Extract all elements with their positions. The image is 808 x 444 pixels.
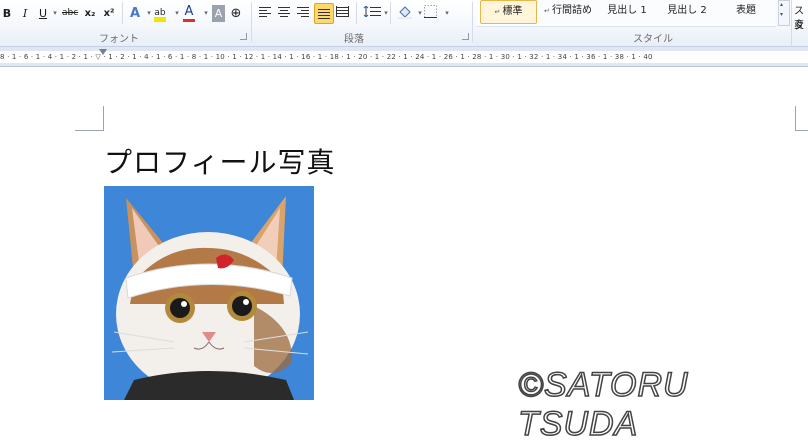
style-gallery-scroll[interactable]: ▴ ▾ — [778, 0, 790, 26]
style-normal-label: 標準 — [502, 6, 523, 17]
justify-button[interactable] — [314, 3, 334, 24]
justify-icon — [318, 9, 330, 19]
text-effects-button[interactable]: A — [129, 5, 141, 22]
font-group-label: フォント — [99, 34, 139, 45]
style-heading1-label: 見出し 1 — [607, 5, 647, 16]
paragraph-dialog-launcher-icon[interactable] — [462, 33, 469, 40]
toolbar-divider — [356, 2, 357, 24]
shading-button[interactable] — [397, 5, 413, 22]
paragraph-mark-icon: ↵ — [543, 7, 553, 15]
distributed-icon — [336, 6, 349, 17]
style-heading2[interactable]: 見出し 2 — [660, 0, 714, 22]
style-heading1[interactable]: 見出し 1 — [600, 0, 654, 22]
horizontal-ruler[interactable]: 8 · 1 · 6 · 1 · 4 · 1 · 2 · 1 · ▽ · 1 · … — [0, 47, 808, 67]
align-left-icon — [259, 7, 271, 17]
cat-photo[interactable] — [104, 186, 314, 400]
chevron-up-icon[interactable]: ▴ — [780, 1, 783, 8]
underline-dropdown-icon[interactable]: ▾ — [49, 5, 61, 22]
align-right-button[interactable] — [297, 5, 309, 22]
group-divider — [251, 2, 252, 42]
document-heading[interactable]: プロフィール写真 — [104, 141, 335, 181]
paragraph-mark-icon: ↵ — [494, 8, 503, 16]
style-no-spacing[interactable]: ↵ 行間詰め — [540, 0, 596, 22]
group-divider — [472, 2, 473, 42]
distributed-button[interactable] — [336, 5, 349, 22]
highlight-dropdown-icon[interactable]: ▾ — [171, 5, 183, 22]
indent-marker-icon[interactable] — [99, 49, 107, 55]
character-shading-button[interactable]: A — [212, 5, 225, 22]
font-color-dropdown-icon[interactable]: ▾ — [200, 5, 212, 22]
toolbar-divider — [390, 2, 391, 24]
ribbon: B I U ▾ abc x₂ x² A ▾ ab ▾ A ▾ A ⊕ フォント … — [0, 0, 808, 47]
align-right-icon — [297, 7, 309, 17]
font-color-button[interactable]: A — [183, 5, 195, 22]
line-spacing-button[interactable] — [363, 5, 381, 22]
highlight-button[interactable]: ab — [154, 5, 166, 22]
style-title[interactable]: 表題 — [720, 0, 772, 22]
style-no-spacing-label: 行間詰め — [552, 5, 593, 16]
style-title-label: 表題 — [736, 5, 756, 16]
borders-icon — [424, 5, 437, 18]
bold-button[interactable]: B — [1, 5, 13, 22]
italic-button[interactable]: I — [19, 5, 31, 22]
style-gallery: ↵ 標準 ↵ 行間詰め 見出し 1 見出し 2 表題 — [476, 0, 776, 27]
line-spacing-icon — [363, 5, 381, 18]
subscript-button[interactable]: x₂ — [84, 5, 96, 22]
change-styles-button-label[interactable]: 変 — [794, 16, 804, 31]
chevron-down-icon[interactable]: ▾ — [780, 11, 783, 18]
borders-button[interactable] — [424, 5, 437, 22]
paragraph-mark: ↵ — [314, 156, 323, 167]
enclosed-character-button[interactable]: ⊕ — [230, 5, 242, 22]
borders-dropdown-icon[interactable]: ▾ — [441, 5, 453, 22]
align-center-icon — [278, 7, 290, 17]
superscript-button[interactable]: x² — [103, 5, 115, 22]
align-center-button[interactable] — [278, 5, 290, 22]
copyright-watermark: ©SATORU TSUDA — [517, 365, 689, 444]
paint-bucket-icon — [398, 6, 412, 19]
margin-corner-top-left — [75, 106, 104, 131]
style-normal[interactable]: ↵ 標準 — [480, 0, 537, 24]
toolbar-divider — [122, 2, 123, 24]
paragraph-group-label: 段落 — [344, 34, 364, 45]
font-dialog-launcher-icon[interactable] — [240, 33, 247, 40]
underline-button[interactable]: U — [37, 5, 49, 22]
strikethrough-button[interactable]: abc — [62, 5, 78, 22]
ruler-scale: 8 · 1 · 6 · 1 · 4 · 1 · 2 · 1 · ▽ · 1 · … — [0, 51, 808, 63]
margin-corner-top-right — [795, 106, 808, 131]
group-divider — [791, 0, 792, 46]
align-left-button[interactable] — [259, 5, 271, 22]
cat-photo-image — [104, 186, 314, 400]
style-group-label: スタイル — [633, 34, 673, 45]
style-heading2-label: 見出し 2 — [667, 5, 707, 16]
